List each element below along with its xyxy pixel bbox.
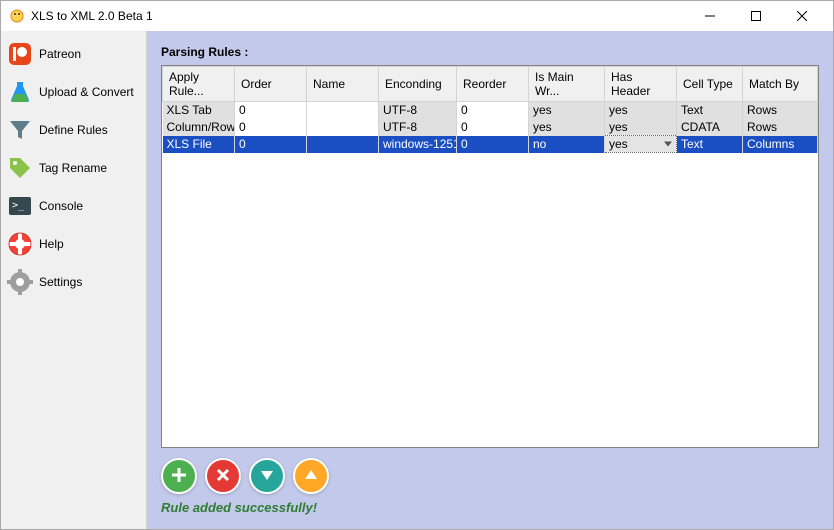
cell-ismain[interactable]: yes <box>529 102 605 119</box>
col-celltype[interactable]: Cell Type <box>677 67 743 102</box>
cell-hasheader[interactable]: yes <box>605 119 677 136</box>
cell-reorder[interactable]: 0 <box>457 136 529 153</box>
sidebar-item-settings[interactable]: Settings <box>3 263 144 301</box>
add-rule-button[interactable] <box>161 458 197 494</box>
cell-apply[interactable]: Column/Row <box>163 119 235 136</box>
sidebar-item-label: Help <box>39 237 64 251</box>
sidebar-item-console[interactable]: >_ Console <box>3 187 144 225</box>
cell-hasheader[interactable]: yes <box>605 102 677 119</box>
cell-order[interactable]: 0 <box>235 102 307 119</box>
window-controls <box>687 1 825 31</box>
col-order[interactable]: Order <box>235 67 307 102</box>
rules-table-container: Apply Rule... Order Name Enconding Reord… <box>161 65 819 448</box>
funnel-icon <box>7 117 33 143</box>
action-bar <box>161 448 819 500</box>
app-icon <box>9 8 25 24</box>
close-button[interactable] <box>779 1 825 31</box>
cell-encoding[interactable]: UTF-8 <box>379 102 457 119</box>
tag-icon <box>7 155 33 181</box>
minimize-button[interactable] <box>687 1 733 31</box>
cell-encoding[interactable]: windows-1251 <box>379 136 457 153</box>
cell-celltype[interactable]: CDATA <box>677 119 743 136</box>
cell-ismain[interactable]: no <box>529 136 605 153</box>
delete-rule-button[interactable] <box>205 458 241 494</box>
plus-icon <box>170 466 188 487</box>
cell-ismain[interactable]: yes <box>529 119 605 136</box>
sidebar-item-label: Tag Rename <box>39 161 107 175</box>
col-matchby[interactable]: Match By <box>743 67 818 102</box>
cell-name[interactable] <box>307 119 379 136</box>
titlebar[interactable]: XLS to XML 2.0 Beta 1 <box>1 1 833 31</box>
sidebar-item-label: Upload & Convert <box>39 85 134 99</box>
main-panel: Parsing Rules : Apply Rule... Order Name… <box>147 31 833 529</box>
cell-matchby[interactable]: Columns <box>743 136 818 153</box>
cell-matchby[interactable]: Rows <box>743 102 818 119</box>
sidebar-item-label: Console <box>39 199 83 213</box>
sidebar: Patreon Upload & Convert Define Rules Ta… <box>1 31 147 529</box>
console-icon: >_ <box>7 193 33 219</box>
svg-text:>_: >_ <box>12 200 25 211</box>
rules-table[interactable]: Apply Rule... Order Name Enconding Reord… <box>162 66 818 153</box>
sidebar-item-label: Patreon <box>39 47 81 61</box>
lifebuoy-icon <box>7 231 33 257</box>
section-title: Parsing Rules : <box>161 45 819 59</box>
col-reorder[interactable]: Reorder <box>457 67 529 102</box>
cell-name[interactable] <box>307 136 379 153</box>
chevron-up-icon <box>303 467 319 486</box>
col-encoding[interactable]: Enconding <box>379 67 457 102</box>
sidebar-item-upload[interactable]: Upload & Convert <box>3 73 144 111</box>
table-row[interactable]: XLS Tab 0 UTF-8 0 yes yes Text Rows <box>163 102 818 119</box>
cell-reorder[interactable]: 0 <box>457 119 529 136</box>
chevron-down-icon <box>259 467 275 486</box>
cell-celltype[interactable]: Text <box>677 136 743 153</box>
close-icon <box>215 467 231 486</box>
cell-apply[interactable]: XLS Tab <box>163 102 235 119</box>
cell-reorder[interactable]: 0 <box>457 102 529 119</box>
col-ismain[interactable]: Is Main Wr... <box>529 67 605 102</box>
table-header-row: Apply Rule... Order Name Enconding Reord… <box>163 67 818 102</box>
sidebar-item-tag-rename[interactable]: Tag Rename <box>3 149 144 187</box>
cell-order[interactable]: 0 <box>235 136 307 153</box>
col-apply[interactable]: Apply Rule... <box>163 67 235 102</box>
body: Patreon Upload & Convert Define Rules Ta… <box>1 31 833 529</box>
cell-encoding[interactable]: UTF-8 <box>379 119 457 136</box>
status-message: Rule added successfully! <box>161 500 819 515</box>
gear-icon <box>7 269 33 295</box>
cell-name[interactable] <box>307 102 379 119</box>
flask-icon <box>7 79 33 105</box>
sidebar-item-patreon[interactable]: Patreon <box>3 35 144 73</box>
cell-apply[interactable]: XLS File <box>163 136 235 153</box>
sidebar-item-label: Settings <box>39 275 82 289</box>
window-title: XLS to XML 2.0 Beta 1 <box>31 9 687 23</box>
cell-celltype[interactable]: Text <box>677 102 743 119</box>
sidebar-item-define-rules[interactable]: Define Rules <box>3 111 144 149</box>
cell-hasheader-dropdown[interactable]: yes <box>605 136 677 153</box>
col-name[interactable]: Name <box>307 67 379 102</box>
col-hasheader[interactable]: Has Header <box>605 67 677 102</box>
cell-matchby[interactable]: Rows <box>743 119 818 136</box>
sidebar-item-help[interactable]: Help <box>3 225 144 263</box>
app-window: XLS to XML 2.0 Beta 1 Patreon Upload & C… <box>0 0 834 530</box>
sidebar-item-label: Define Rules <box>39 123 108 137</box>
table-row[interactable]: Column/Row 0 UTF-8 0 yes yes CDATA Rows <box>163 119 818 136</box>
move-up-button[interactable] <box>293 458 329 494</box>
table-row-selected[interactable]: XLS File 0 windows-1251 0 no yes Text Co… <box>163 136 818 153</box>
maximize-button[interactable] <box>733 1 779 31</box>
move-down-button[interactable] <box>249 458 285 494</box>
cell-order[interactable]: 0 <box>235 119 307 136</box>
patreon-icon <box>7 41 33 67</box>
